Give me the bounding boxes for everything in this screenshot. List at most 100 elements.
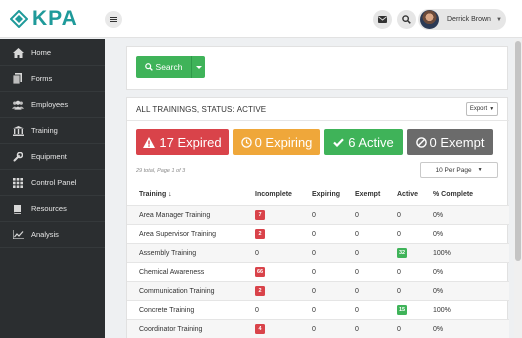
exempt-filter-button[interactable]: 0 Exempt xyxy=(407,129,493,155)
check-icon xyxy=(333,137,345,147)
results-summary: 29 total, Page 1 of 3 xyxy=(136,168,186,174)
table-row[interactable]: Coordinator Training 4 0 0 0 0% xyxy=(127,319,509,338)
active-badge[interactable]: 15 xyxy=(397,305,408,315)
scrollbar-thumb[interactable] xyxy=(515,41,521,261)
warning-icon xyxy=(143,136,156,148)
table-row[interactable]: Assembly Training 0 0 0 32 100% xyxy=(127,243,509,262)
column-header-active[interactable]: Active xyxy=(397,191,418,198)
active-value: 0 xyxy=(397,326,401,333)
training-name-link[interactable]: Area Supervisor Training xyxy=(139,231,216,238)
sidebar-item-training[interactable]: Training xyxy=(0,118,105,144)
exempt-value: 0 xyxy=(355,326,359,333)
search-button[interactable]: Search xyxy=(136,56,191,78)
table-row[interactable]: Chemical Awareness 66 0 0 0 0% xyxy=(127,262,509,281)
sidebar-item-label: Analysis xyxy=(31,230,59,239)
export-button[interactable]: Export ▼ xyxy=(466,102,498,116)
column-header-percent-complete[interactable]: % Complete xyxy=(433,191,473,198)
table-row[interactable]: Communication Training 2 0 0 0 0% xyxy=(127,281,509,300)
clock-icon xyxy=(240,136,252,148)
sidebar-item-resources[interactable]: Resources xyxy=(0,196,105,222)
active-filter-button[interactable]: 6 Active xyxy=(324,129,403,155)
per-page-value: 10 Per Page xyxy=(435,166,472,174)
column-header-incomplete[interactable]: Incomplete xyxy=(255,191,292,198)
scrollbar[interactable] xyxy=(514,39,522,338)
sidebar-item-equipment[interactable]: Equipment xyxy=(0,144,105,170)
expiring-value: 0 xyxy=(312,288,316,295)
table-row[interactable]: Area Manager Training 7 0 0 0 0% xyxy=(127,205,509,224)
expiring-value: 0 xyxy=(312,269,316,276)
messages-button[interactable] xyxy=(373,10,392,29)
user-name: Derrick Brown xyxy=(447,16,491,23)
sidebar-item-label: Forms xyxy=(31,74,53,83)
active-count: 6 Active xyxy=(348,134,394,150)
sidebar-item-label: Equipment xyxy=(31,152,67,161)
search-button-label: Search xyxy=(155,62,183,72)
training-name-link[interactable]: Chemical Awareness xyxy=(139,269,204,276)
wrench-icon xyxy=(12,151,24,163)
column-header-expiring[interactable]: Expiring xyxy=(312,191,340,198)
sidebar-item-control-panel[interactable]: Control Panel xyxy=(0,170,105,196)
top-bar: KPA Derrick Brown ▼ xyxy=(0,0,522,38)
caret-down-icon: ▼ xyxy=(477,167,483,173)
exempt-value: 0 xyxy=(355,231,359,238)
column-header-exempt[interactable]: Exempt xyxy=(355,191,380,198)
main-content: Search ALL TRAININGS, STATUS: ACTIVE Exp… xyxy=(112,39,522,338)
expired-count: 17 Expired xyxy=(159,134,222,150)
training-name-link[interactable]: Area Manager Training xyxy=(139,212,210,219)
ban-icon xyxy=(415,136,427,148)
user-menu[interactable]: Derrick Brown ▼ xyxy=(418,9,506,30)
search-panel: Search xyxy=(126,46,508,90)
exempt-count: 0 Exempt xyxy=(429,134,485,150)
expiring-filter-button[interactable]: 0 Expiring xyxy=(233,129,320,155)
sidebar-item-label: Home xyxy=(31,48,52,57)
percent-complete-value: 0% xyxy=(433,326,444,333)
training-name-link[interactable]: Concrete Training xyxy=(139,307,194,314)
incomplete-badge[interactable]: 2 xyxy=(255,286,265,296)
kpa-logo[interactable]: KPA xyxy=(9,7,78,31)
caret-down-icon: ▼ xyxy=(489,106,495,112)
percent-complete-value: 100% xyxy=(433,307,451,314)
percent-complete-value: 100% xyxy=(433,250,451,257)
menu-toggle-button[interactable] xyxy=(105,11,122,28)
sidebar-item-analysis[interactable]: Analysis xyxy=(0,222,105,248)
search-icon xyxy=(144,63,153,71)
column-header-training[interactable]: Training ↓ xyxy=(139,191,172,198)
trainings-panel-header: ALL TRAININGS, STATUS: ACTIVE Export ▼ xyxy=(127,98,509,121)
active-badge[interactable]: 32 xyxy=(397,248,408,258)
expiring-value: 0 xyxy=(312,231,316,238)
avatar xyxy=(420,10,439,29)
book-icon xyxy=(12,203,24,215)
sidebar-item-forms[interactable]: Forms xyxy=(0,66,105,92)
incomplete-badge[interactable]: 7 xyxy=(255,210,265,220)
training-name-link[interactable]: Communication Training xyxy=(139,288,214,295)
panel-title: ALL TRAININGS, STATUS: ACTIVE xyxy=(136,105,267,114)
active-value: 0 xyxy=(397,288,401,295)
incomplete-badge[interactable]: 2 xyxy=(255,229,265,239)
search-options-dropdown[interactable] xyxy=(191,56,205,78)
training-name-link[interactable]: Assembly Training xyxy=(139,250,196,257)
home-icon xyxy=(12,47,24,59)
sidebar-item-home[interactable]: Home xyxy=(0,40,105,66)
chevron-down-icon: ▼ xyxy=(495,16,502,23)
training-name-link[interactable]: Coordinator Training xyxy=(139,326,202,333)
table-row[interactable]: Area Supervisor Training 2 0 0 0 0% xyxy=(127,224,509,243)
incomplete-value: 0 xyxy=(255,307,259,314)
per-page-select[interactable]: 10 Per Page ▼ xyxy=(420,162,498,178)
chart-icon xyxy=(12,229,24,241)
expiring-value: 0 xyxy=(312,307,316,314)
incomplete-badge[interactable]: 66 xyxy=(255,267,266,277)
percent-complete-value: 0% xyxy=(433,288,444,295)
expired-filter-button[interactable]: 17 Expired xyxy=(136,129,229,155)
incomplete-badge[interactable]: 4 xyxy=(255,324,265,334)
sidebar-item-label: Training xyxy=(31,126,58,135)
active-value: 0 xyxy=(397,269,401,276)
header-search-button[interactable] xyxy=(397,10,416,29)
logo-text: KPA xyxy=(32,7,78,30)
percent-complete-value: 0% xyxy=(433,212,444,219)
forms-icon xyxy=(12,73,24,85)
employees-icon xyxy=(12,99,24,111)
sidebar-item-employees[interactable]: Employees xyxy=(0,92,105,118)
sidebar-item-label: Resources xyxy=(31,204,67,213)
sidebar-item-label: Employees xyxy=(31,100,69,109)
table-row[interactable]: Concrete Training 0 0 0 15 100% xyxy=(127,300,509,319)
